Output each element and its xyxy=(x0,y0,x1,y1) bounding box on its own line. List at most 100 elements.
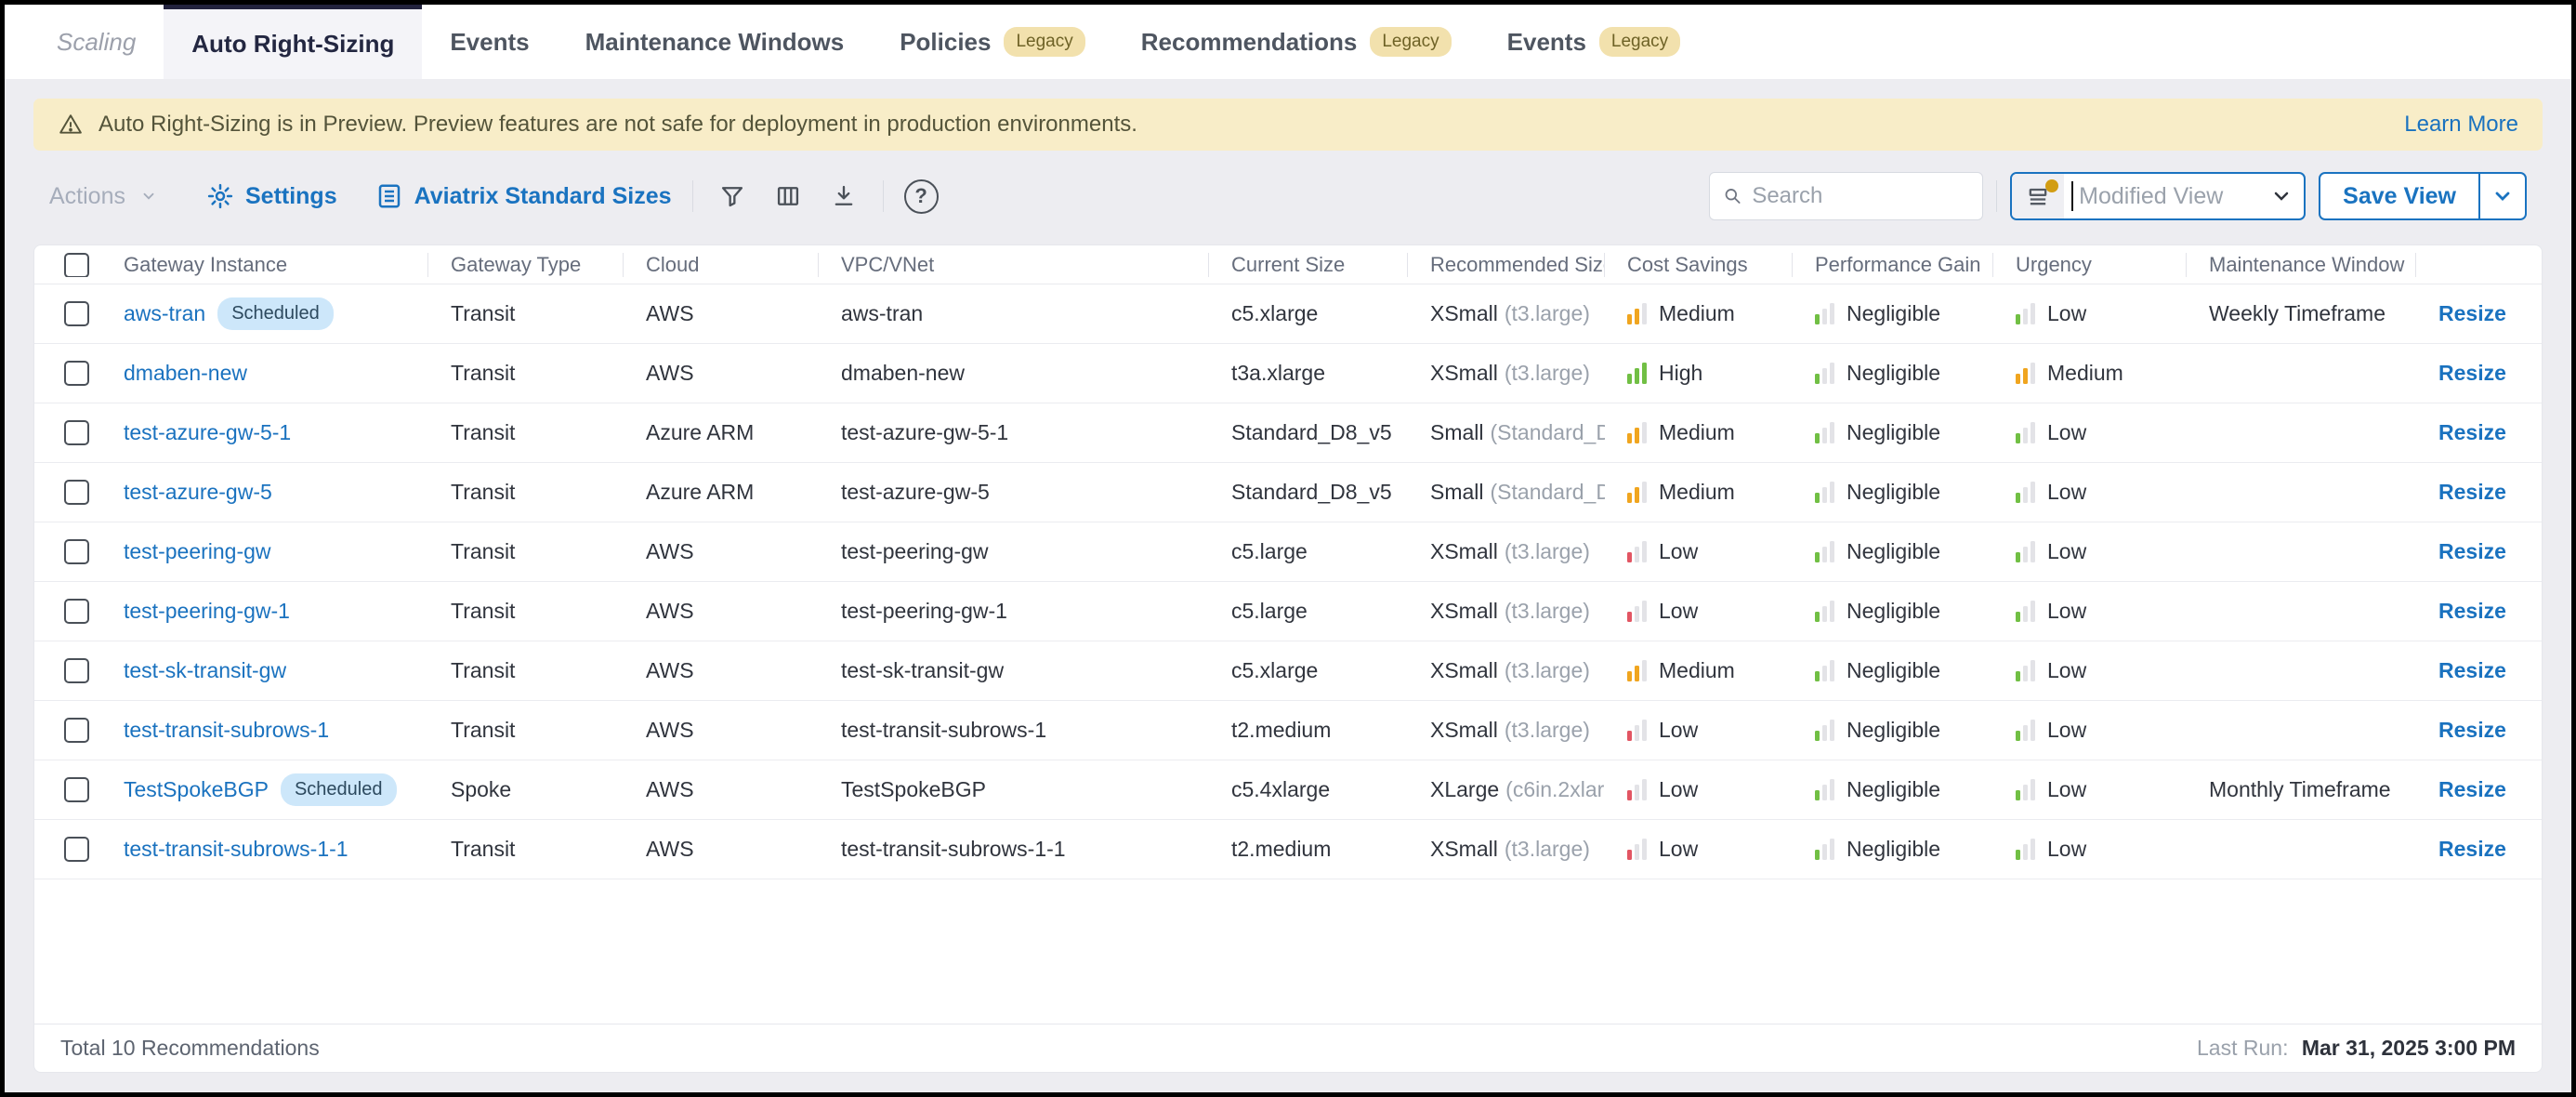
gateway-instance-link[interactable]: test-azure-gw-5-1 xyxy=(124,420,291,445)
recommendations-table: Gateway Instance Gateway Type Cloud VPC/… xyxy=(33,245,2543,1073)
tab-auto-right-sizing[interactable]: Auto Right-Sizing xyxy=(164,5,422,79)
row-menu-kebab-icon[interactable]: ⋮ xyxy=(2534,776,2543,804)
help-button[interactable]: ? xyxy=(904,179,939,214)
view-selector[interactable]: Modified View xyxy=(2010,172,2306,220)
last-run-value: Mar 31, 2025 3:00 PM xyxy=(2302,1036,2516,1060)
banner-message: Auto Right-Sizing is in Preview. Preview… xyxy=(99,112,2404,138)
table-row: test-peering-gw Transit AWS test-peering… xyxy=(34,522,2542,582)
current-size-cell: t2.medium xyxy=(1209,837,1408,862)
row-checkbox[interactable] xyxy=(64,658,89,683)
columns-button[interactable] xyxy=(769,178,807,215)
col-header-urgency[interactable]: Urgency xyxy=(1993,253,2187,277)
row-menu-kebab-icon[interactable]: ⋮ xyxy=(2534,479,2543,507)
last-run: Last Run: Mar 31, 2025 3:00 PM xyxy=(2197,1036,2516,1061)
resize-button[interactable]: Resize xyxy=(2438,599,2506,624)
resize-button[interactable]: Resize xyxy=(2438,837,2506,862)
cost-savings-cell: Low xyxy=(1605,718,1793,743)
col-header-cost-savings[interactable]: Cost Savings xyxy=(1605,253,1793,277)
save-view-button[interactable]: Save View xyxy=(2320,174,2478,218)
row-menu-kebab-icon[interactable]: ⋮ xyxy=(2534,598,2543,626)
filter-button[interactable] xyxy=(714,178,751,215)
col-header-current-size[interactable]: Current Size xyxy=(1209,253,1408,277)
table-row: test-transit-subrows-1 Transit AWS test-… xyxy=(34,701,2542,760)
modified-indicator-dot xyxy=(2045,179,2058,192)
tab-events[interactable]: Events xyxy=(422,5,557,79)
urgency-cell: Low xyxy=(1993,718,2187,743)
cloud-cell: AWS xyxy=(624,658,819,683)
gateway-instance-link[interactable]: aws-tran xyxy=(124,301,205,326)
cost-savings-bars-icon xyxy=(1627,482,1647,503)
tab-maintenance-windows[interactable]: Maintenance Windows xyxy=(558,5,873,79)
cloud-cell: AWS xyxy=(624,301,819,326)
table-row: test-peering-gw-1 Transit AWS test-peeri… xyxy=(34,582,2542,641)
search-input[interactable] xyxy=(1752,183,1969,209)
resize-button[interactable]: Resize xyxy=(2438,539,2506,564)
row-menu-kebab-icon[interactable]: ⋮ xyxy=(2534,300,2543,328)
col-header-performance-gain[interactable]: Performance Gain xyxy=(1793,253,1993,277)
row-checkbox[interactable] xyxy=(64,539,89,564)
recommended-size-detail: (t3.large) xyxy=(1505,718,1590,743)
gateway-instance-link[interactable]: test-peering-gw-1 xyxy=(124,599,290,624)
recommended-size-cell: XSmall (t3.large) xyxy=(1408,301,1605,326)
download-button[interactable] xyxy=(825,178,862,215)
view-icon-area xyxy=(2012,174,2064,218)
recommended-size-cell: XSmall (t3.large) xyxy=(1408,539,1605,564)
row-menu-kebab-icon[interactable]: ⋮ xyxy=(2534,657,2543,685)
urgency-bars-icon xyxy=(2016,363,2035,384)
col-header-vpc-vnet[interactable]: VPC/VNet xyxy=(819,253,1209,277)
aviatrix-standard-sizes-button[interactable]: Aviatrix Standard Sizes xyxy=(375,182,672,210)
resize-button[interactable]: Resize xyxy=(2438,658,2506,683)
row-checkbox[interactable] xyxy=(64,718,89,743)
resize-button[interactable]: Resize xyxy=(2438,718,2506,743)
actions-dropdown[interactable]: Actions xyxy=(49,183,157,210)
col-header-actions xyxy=(2416,253,2543,277)
tab-scaling[interactable]: Scaling xyxy=(29,5,164,79)
row-menu-kebab-icon[interactable]: ⋮ xyxy=(2534,836,2543,864)
learn-more-link[interactable]: Learn More xyxy=(2404,112,2518,138)
col-header-gateway-type[interactable]: Gateway Type xyxy=(428,253,624,277)
row-checkbox[interactable] xyxy=(64,420,89,445)
row-checkbox[interactable] xyxy=(64,301,89,326)
urgency-cell: Low xyxy=(1993,539,2187,564)
row-checkbox[interactable] xyxy=(64,837,89,862)
gateway-instance-link[interactable]: test-transit-subrows-1 xyxy=(124,718,329,743)
tab-events-legacy[interactable]: EventsLegacy xyxy=(1479,5,1709,79)
row-menu-kebab-icon[interactable]: ⋮ xyxy=(2534,538,2543,566)
row-checkbox[interactable] xyxy=(64,599,89,624)
scheduled-badge: Scheduled xyxy=(217,297,334,330)
row-menu-kebab-icon[interactable]: ⋮ xyxy=(2534,717,2543,745)
row-checkbox[interactable] xyxy=(64,361,89,386)
performance-gain-cell: Negligible xyxy=(1793,718,1993,743)
gateway-instance-link[interactable]: test-azure-gw-5 xyxy=(124,480,272,505)
resize-button[interactable]: Resize xyxy=(2438,420,2506,445)
col-header-recommended-size[interactable]: Recommended Size xyxy=(1408,253,1605,277)
gateway-instance-link[interactable]: test-transit-subrows-1-1 xyxy=(124,837,348,862)
row-menu-kebab-icon[interactable]: ⋮ xyxy=(2534,419,2543,447)
tab-recommendations[interactable]: RecommendationsLegacy xyxy=(1113,5,1479,79)
col-header-gateway-instance[interactable]: Gateway Instance xyxy=(101,253,428,277)
resize-button[interactable]: Resize xyxy=(2438,480,2506,505)
total-recommendations: Total 10 Recommendations xyxy=(60,1036,320,1061)
row-checkbox[interactable] xyxy=(64,777,89,802)
row-checkbox[interactable] xyxy=(64,480,89,505)
resize-button[interactable]: Resize xyxy=(2438,301,2506,326)
select-all-checkbox[interactable] xyxy=(64,253,89,277)
row-menu-kebab-icon[interactable]: ⋮ xyxy=(2534,360,2543,388)
urgency-bars-icon xyxy=(2016,779,2035,800)
table-header: Gateway Instance Gateway Type Cloud VPC/… xyxy=(34,245,2542,284)
gateway-instance-link[interactable]: TestSpokeBGP xyxy=(124,777,269,802)
gateway-instance-link[interactable]: test-peering-gw xyxy=(124,539,271,564)
gateway-instance-link[interactable]: dmaben-new xyxy=(124,361,247,386)
recommended-size-cell: XSmall (t3.large) xyxy=(1408,361,1605,386)
resize-button[interactable]: Resize xyxy=(2438,361,2506,386)
performance-gain-bars-icon xyxy=(1815,422,1834,443)
gateway-instance-link[interactable]: test-sk-transit-gw xyxy=(124,658,286,683)
vpc-vnet-cell: test-peering-gw xyxy=(819,539,1209,564)
tab-policies[interactable]: PoliciesLegacy xyxy=(872,5,1113,79)
resize-button[interactable]: Resize xyxy=(2438,777,2506,802)
vpc-vnet-cell: test-peering-gw-1 xyxy=(819,599,1209,624)
col-header-cloud[interactable]: Cloud xyxy=(624,253,819,277)
settings-button[interactable]: Settings xyxy=(206,182,337,210)
col-header-maintenance-window[interactable]: Maintenance Window xyxy=(2187,253,2416,277)
save-view-menu-button[interactable] xyxy=(2478,174,2525,218)
